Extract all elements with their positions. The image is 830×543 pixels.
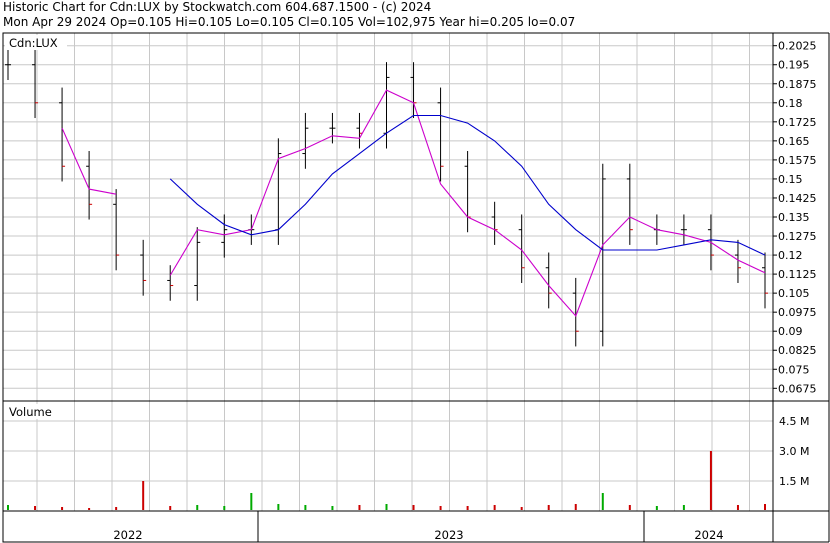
price-tick-label: 0.1725 <box>778 116 817 129</box>
price-panel-title: Cdn:LUX <box>9 36 58 50</box>
volume-panel-frame <box>2 400 774 512</box>
x-axis-labels: 2022 2023 2024 <box>113 511 724 542</box>
moving-averages <box>61 89 766 318</box>
volume-tick-label: 3.0 M <box>779 445 809 458</box>
price-axis-ticks: 0.2025 0.195 0.1875 0.18 0.1725 0.165 0.1575 0.… <box>773 40 817 395</box>
volume-axis-ticks: 4.5 M 3.0 M 1.5 M <box>779 415 809 488</box>
price-tick-label: 0.0675 <box>778 382 817 395</box>
price-tick-label: 0.1275 <box>778 230 817 243</box>
volume-panel-title: Volume <box>9 405 52 419</box>
price-tick-label: 0.135 <box>778 211 810 224</box>
price-tick-label: 0.105 <box>778 287 810 300</box>
year-label: 2024 <box>694 528 723 542</box>
stock-chart: 0.2025 0.195 0.1875 0.18 0.1725 0.165 0.1575 0.… <box>2 32 830 543</box>
price-tick-label: 0.1125 <box>778 268 817 281</box>
price-tick-label: 0.165 <box>778 135 810 148</box>
price-tick-label: 0.18 <box>778 97 803 110</box>
ma-short-line <box>61 89 766 318</box>
price-tick-label: 0.0975 <box>778 306 817 319</box>
price-tick-label: 0.12 <box>778 249 803 262</box>
volume-tick-label: 4.5 M <box>779 415 809 428</box>
price-tick-label: 0.1425 <box>778 192 817 205</box>
year-label: 2023 <box>434 528 463 542</box>
price-tick-label: 0.075 <box>778 363 810 376</box>
price-grid <box>3 33 773 401</box>
price-tick-label: 0.1575 <box>778 154 817 167</box>
price-tick-label: 0.2025 <box>778 40 817 53</box>
price-tick-label: 0.195 <box>778 59 810 72</box>
price-tick-label: 0.0825 <box>778 344 817 357</box>
volume-tick-label: 1.5 M <box>779 475 809 488</box>
price-tick-label: 0.09 <box>778 325 803 338</box>
volume-grid <box>3 401 773 511</box>
year-label: 2022 <box>113 528 142 542</box>
price-tick-label: 0.15 <box>778 173 803 186</box>
price-tick-label: 0.1875 <box>778 78 817 91</box>
